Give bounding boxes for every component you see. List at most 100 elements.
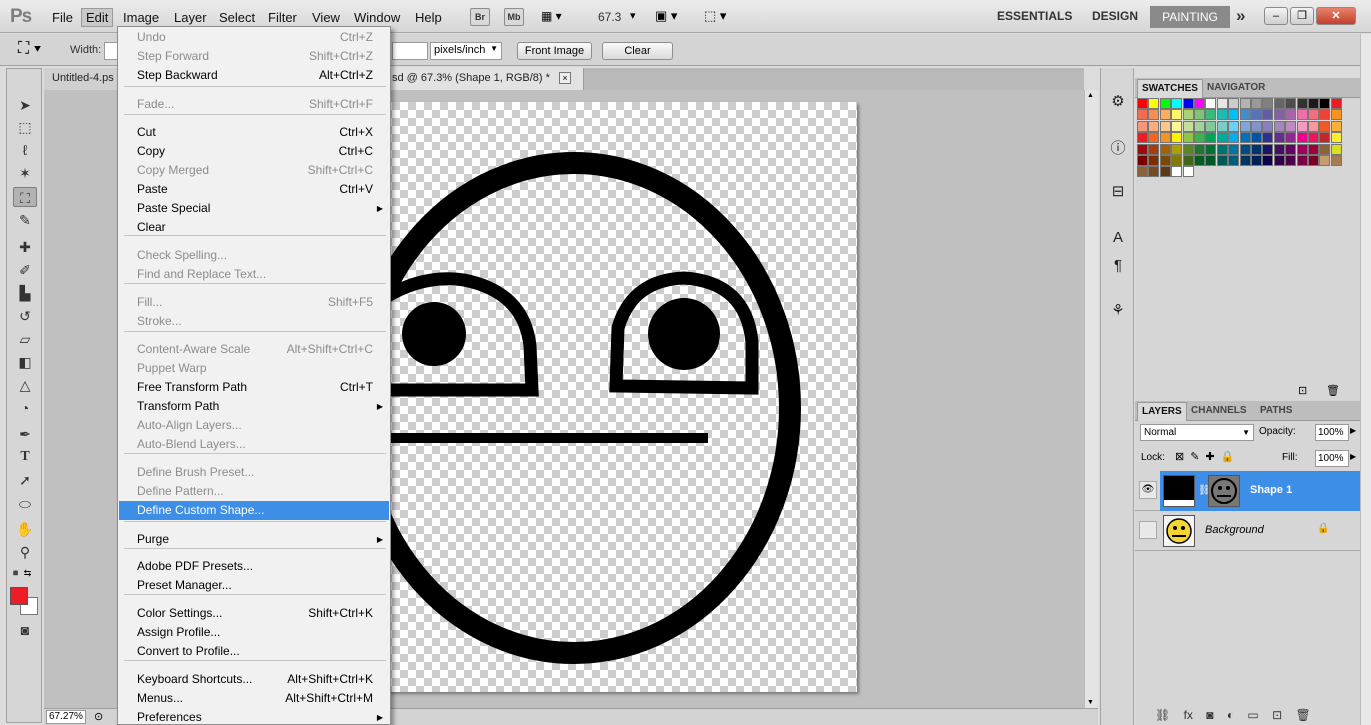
minibridge-button[interactable]: Mb — [504, 8, 524, 26]
color-swatch[interactable] — [1137, 166, 1148, 178]
more-workspaces-icon[interactable]: » — [1236, 6, 1245, 26]
zoom-field[interactable]: 67.27% — [46, 710, 86, 724]
menu-help[interactable]: Help — [411, 9, 446, 26]
color-swatch[interactable] — [1319, 120, 1331, 132]
screen-mode-icon[interactable]: ⬚ ▾ — [704, 8, 726, 24]
brush-tool-icon[interactable]: ✐ — [13, 260, 37, 280]
color-swatch[interactable] — [1171, 132, 1183, 144]
color-swatch[interactable] — [1251, 120, 1262, 132]
color-swatch[interactable] — [1308, 120, 1319, 132]
eraser-tool-icon[interactable]: ▱ — [13, 329, 37, 349]
edit-menu-item-stroke[interactable]: Stroke... — [119, 312, 389, 331]
edit-menu-item-copy[interactable]: Copy Ctrl+C — [119, 142, 389, 161]
ellipse-tool-icon[interactable]: ⬭ — [13, 494, 37, 514]
tab-paths[interactable]: PATHS — [1256, 404, 1296, 417]
marquee-tool-icon[interactable]: ⬚ — [13, 117, 37, 137]
pen-tool-icon[interactable]: ✒ — [13, 424, 37, 444]
edit-menu-item-find-and-replace-text[interactable]: Find and Replace Text... — [119, 265, 389, 284]
color-swatch[interactable] — [1273, 120, 1285, 132]
color-swatch[interactable] — [1148, 166, 1160, 178]
color-swatch[interactable] — [1159, 155, 1171, 166]
edit-menu-item-define-pattern[interactable]: Define Pattern... — [119, 482, 389, 501]
quick-selection-tool-icon[interactable]: ✶ — [13, 163, 37, 183]
color-swatch[interactable] — [1182, 155, 1194, 166]
edit-menu-item-assign-profile[interactable]: Assign Profile... — [119, 623, 389, 642]
healing-brush-tool-icon[interactable]: ✚ — [13, 237, 37, 257]
color-swatch[interactable] — [1228, 98, 1240, 109]
edit-menu-item-menus[interactable]: Menus... Alt+Shift+Ctrl+M — [119, 689, 389, 708]
color-swatch[interactable] — [1239, 143, 1251, 155]
menu-file[interactable]: File — [48, 9, 77, 26]
zoom-tool-icon[interactable]: ⚲ — [13, 542, 37, 562]
color-swatch[interactable] — [1137, 98, 1148, 109]
color-swatch[interactable] — [1319, 155, 1331, 166]
tab-active-document[interactable]: sd @ 67.3% (Shape 1, RGB/8) * — [384, 68, 584, 90]
tab-navigator[interactable]: NAVIGATOR — [1203, 81, 1269, 94]
color-swatch[interactable] — [1137, 109, 1148, 121]
color-swatch[interactable] — [1308, 109, 1319, 121]
edit-menu-item-check-spelling[interactable]: Check Spelling... — [119, 246, 389, 265]
color-swatch[interactable] — [1330, 155, 1342, 166]
edit-menu-item-puppet-warp[interactable]: Puppet Warp — [119, 359, 389, 378]
color-swatch[interactable] — [1251, 155, 1262, 166]
color-swatch[interactable] — [1137, 132, 1148, 144]
color-swatch[interactable] — [1216, 132, 1228, 144]
edit-menu-item-keyboard-shortcuts[interactable]: Keyboard Shortcuts... Alt+Shift+Ctrl+K — [119, 670, 389, 689]
width-input[interactable] — [104, 42, 118, 60]
color-swatch[interactable] — [1262, 120, 1274, 132]
lock-icons[interactable]: ⊠✎✚🔒 — [1175, 450, 1240, 463]
color-swatch[interactable] — [1273, 98, 1285, 109]
color-swatch[interactable] — [1159, 166, 1171, 178]
layer-comps-icon[interactable]: ⊟ — [1106, 180, 1130, 204]
edit-menu-item-purge[interactable]: Purge ▶ — [119, 530, 389, 549]
color-swatch[interactable] — [1273, 143, 1285, 155]
color-swatch[interactable] — [1308, 132, 1319, 144]
type-tool-icon[interactable]: T — [13, 447, 37, 467]
color-swatch[interactable] — [1285, 120, 1297, 132]
color-swatch[interactable] — [1273, 109, 1285, 121]
clone-source-icon[interactable]: ⚘ — [1106, 299, 1130, 323]
scroll-up-icon[interactable]: ▲ — [1087, 92, 1094, 99]
front-image-button[interactable]: Front Image — [517, 42, 592, 60]
lasso-tool-icon[interactable]: ℓ — [13, 140, 37, 160]
color-swatch[interactable] — [1296, 143, 1308, 155]
history-panel-icon[interactable]: ⚙ — [1106, 90, 1130, 114]
dodge-tool-icon[interactable]: ◔ — [13, 398, 37, 418]
color-swatch[interactable] — [1182, 166, 1194, 178]
edit-menu-item-fade[interactable]: Fade... Shift+Ctrl+F — [119, 95, 389, 114]
bridge-button[interactable]: Br — [470, 8, 490, 26]
color-swatch[interactable] — [1148, 98, 1160, 109]
crop-tool-icon[interactable]: ⛶ — [13, 187, 37, 207]
clone-stamp-tool-icon[interactable]: ▙ — [13, 283, 37, 303]
edit-menu-item-step-backward[interactable]: Step Backward Alt+Ctrl+Z — [119, 66, 389, 85]
edit-menu-item-define-custom-shape[interactable]: Define Custom Shape... — [119, 501, 389, 520]
color-swatch[interactable] — [1159, 98, 1171, 109]
color-swatch[interactable] — [1228, 120, 1240, 132]
edit-menu-item-preferences[interactable]: Preferences ▶ — [119, 708, 389, 725]
color-swatch[interactable] — [1285, 109, 1297, 121]
edit-menu-item-step-forward[interactable]: Step Forward Shift+Ctrl+Z — [119, 47, 389, 66]
layer-row-background[interactable]: Background 🔒 — [1135, 511, 1360, 551]
zoom-level[interactable]: 67.3 — [598, 10, 621, 24]
color-swatch[interactable] — [1228, 155, 1240, 166]
color-swatch[interactable] — [1330, 120, 1342, 132]
color-swatch[interactable] — [1182, 120, 1194, 132]
color-swatch[interactable] — [1194, 109, 1205, 121]
edit-menu-item-paste[interactable]: Paste Ctrl+V — [119, 180, 389, 199]
color-swatch[interactable] — [1148, 120, 1160, 132]
color-swatch[interactable] — [1216, 98, 1228, 109]
fill-arrow-icon[interactable]: ▶ — [1350, 452, 1356, 461]
color-swatch[interactable] — [1228, 109, 1240, 121]
color-swatch[interactable] — [1296, 155, 1308, 166]
color-swatch[interactable] — [1148, 109, 1160, 121]
eyedropper-tool-icon[interactable]: ✎ — [13, 210, 37, 230]
color-swatch[interactable] — [1171, 109, 1183, 121]
color-swatch[interactable] — [1251, 98, 1262, 109]
panels-scrollbar[interactable] — [1360, 34, 1371, 725]
color-swatch[interactable] — [1137, 155, 1148, 166]
color-swatch[interactable] — [1262, 98, 1274, 109]
edit-menu-item-copy-merged[interactable]: Copy Merged Shift+Ctrl+C — [119, 161, 389, 180]
color-swatch[interactable] — [1296, 120, 1308, 132]
color-swatch[interactable] — [1308, 155, 1319, 166]
color-swatch[interactable] — [1285, 132, 1297, 144]
